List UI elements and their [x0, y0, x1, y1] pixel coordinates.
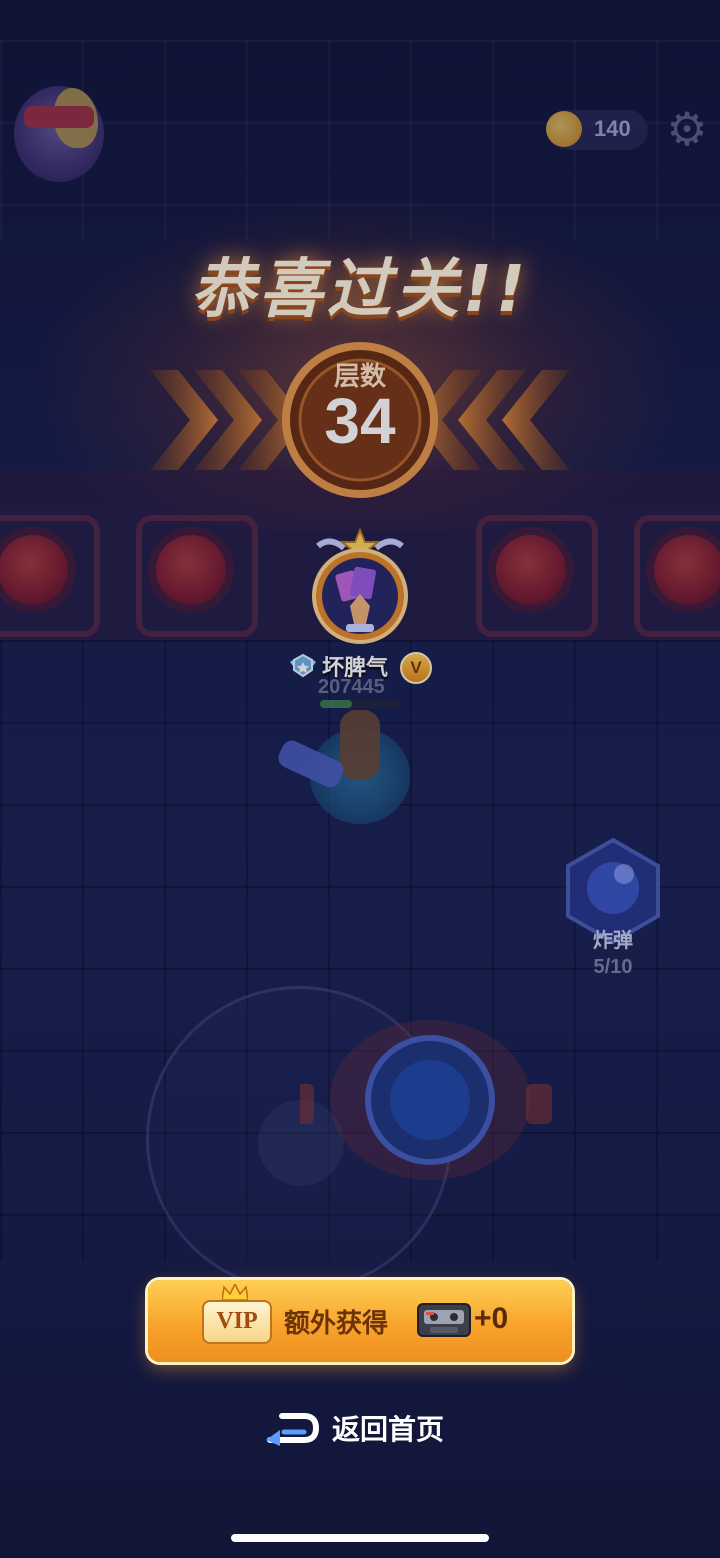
return-home-label: 返回首页	[332, 1413, 445, 1446]
floor-number: 34	[324, 385, 396, 457]
victory-title: 恭喜过关!!	[190, 253, 530, 327]
player-score: 207445	[318, 676, 385, 698]
achievement-badge[interactable]	[300, 528, 420, 648]
player-avatar[interactable]	[14, 86, 104, 182]
bomb-skill-count: 5/10	[593, 956, 633, 978]
hero-character	[340, 710, 380, 780]
player-health-bar	[320, 700, 400, 708]
return-arrow-icon	[266, 1413, 320, 1446]
vip-reward-text: 额外获得	[284, 1309, 389, 1339]
wall-machine	[118, 505, 268, 637]
coin-value: 140	[594, 116, 631, 141]
wall-machine	[616, 505, 720, 637]
cassette-tape-icon	[417, 1303, 471, 1337]
wall-machine	[458, 505, 608, 637]
vip-reward-value: +0	[474, 1302, 509, 1335]
game-scene: 140 ⚙ 恭喜过关!! 层数 34 坏脾气 V 207445 炸弹 5/10 …	[0, 0, 720, 1558]
settings-gear-icon[interactable]: ⚙	[662, 104, 712, 154]
vip-bonus-button[interactable]: VIP 额外获得 +0	[148, 1280, 572, 1362]
vip-level-badge: V	[400, 652, 432, 684]
vip-crown-icon	[222, 1284, 248, 1300]
coin-icon	[546, 111, 582, 147]
rank-badge-icon	[290, 653, 316, 678]
bomb-skill-label: 炸弹	[593, 928, 633, 952]
wall-machine	[0, 505, 110, 637]
return-home-button[interactable]: 返回首页	[264, 1402, 464, 1452]
home-indicator[interactable]	[231, 1534, 489, 1542]
exit-portal	[300, 1020, 552, 1180]
vip-logo: VIP	[202, 1300, 272, 1344]
